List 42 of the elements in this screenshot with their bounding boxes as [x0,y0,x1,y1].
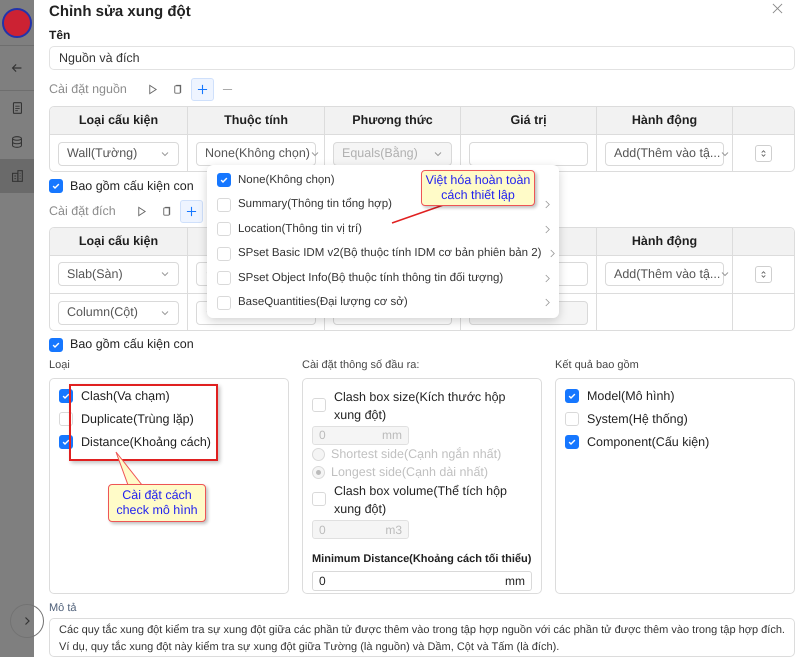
description-textarea[interactable]: Các quy tắc xung đột kiểm tra sự xung đột giữa các phần tử được thêm vào trong tập hợp nguồn với các phần tử được thêm vào trong tập hợp đích. Ví dụ, quy tắc xung đột này kiểm tra sự xung đột giữa Tường (là nguồn) và Dầm, Cột và Tấm (là đích). [49,618,795,657]
menu-item[interactable]: SPset Basic IDM v2(Bộ thuộc tính IDM cơ bản phiên bản 2) [238,245,542,262]
field-label: Mô tả [49,602,78,616]
menu-item[interactable]: Location(Thông tin vị trí) [238,220,362,238]
checkbox-label: Model(Mô hình) [587,388,675,405]
menu-item[interactable]: BaseQuantities(Đại lượng cơ sở) [238,294,408,312]
checkbox-label: Clash(Va chạm) [81,388,170,405]
dialog-title: Chỉnh sửa xung đột [49,2,191,22]
checkbox-label: Clash box volume(Thể tích hộp xung đột) [334,483,508,518]
select-field[interactable]: Slab(Sàn) [58,262,180,286]
checkbox-label: System(Hệ thống) [587,410,688,428]
column-header: Loại cấu kiện [50,106,188,134]
field-label: Tên [49,26,72,44]
checkbox-label: Clash box size(Kích thước hộp xung đột) [334,388,507,424]
column-header: Giá trị [461,106,598,134]
section-label: Cài đặt đích [49,202,116,220]
checkbox-label: Bao gồm cấu kiện con [70,178,194,195]
column-header: Phương thức [325,106,462,134]
checkbox-label: Duplicate(Trùng lặp) [81,410,194,428]
select-field[interactable]: None(Không chọn) [196,142,316,166]
select-field[interactable]: Column(Cột) [58,300,180,325]
field-label: Minimum Distance(Khoảng cách tối thiểu) [312,552,532,568]
annotation-callout: Việt hóa hoàn toàn cách thiết lập [421,170,535,206]
name-input[interactable]: Nguồn và đích [49,46,795,70]
number-input[interactable]: 0 mm [312,570,532,591]
section-label: Cài đặt thông số đầu ra: [302,358,420,374]
column-header: Hành động [597,228,734,255]
menu-item[interactable]: Summary(Thông tin tổng hợp) [238,196,392,214]
section-label: Loại [49,358,71,374]
radio-label: Shortest side(Cạnh ngắn nhất) [331,446,502,463]
checkbox-label: Distance(Khoảng cách) [81,434,211,451]
column-header: Thuộc tính [188,106,326,134]
select-field[interactable]: Wall(Tường) [58,142,180,166]
menu-item[interactable]: None(Không chọn) [238,172,335,189]
column-header: Hành động [597,106,734,134]
menu-item[interactable]: SPset Object Info(Bộ thuộc tính thông tin đối tượng) [238,270,504,287]
checkbox-label: Bao gồm cấu kiện con [70,336,194,354]
column-header: Loại cấu kiện [50,228,188,255]
radio-label: Longest side(Cạnh dài nhất) [331,464,488,482]
section-label: Kết quả bao gồm [555,358,640,374]
checkbox-label: Component(Cấu kiện) [587,434,710,451]
section-label: Cài đặt nguồn [49,81,127,98]
